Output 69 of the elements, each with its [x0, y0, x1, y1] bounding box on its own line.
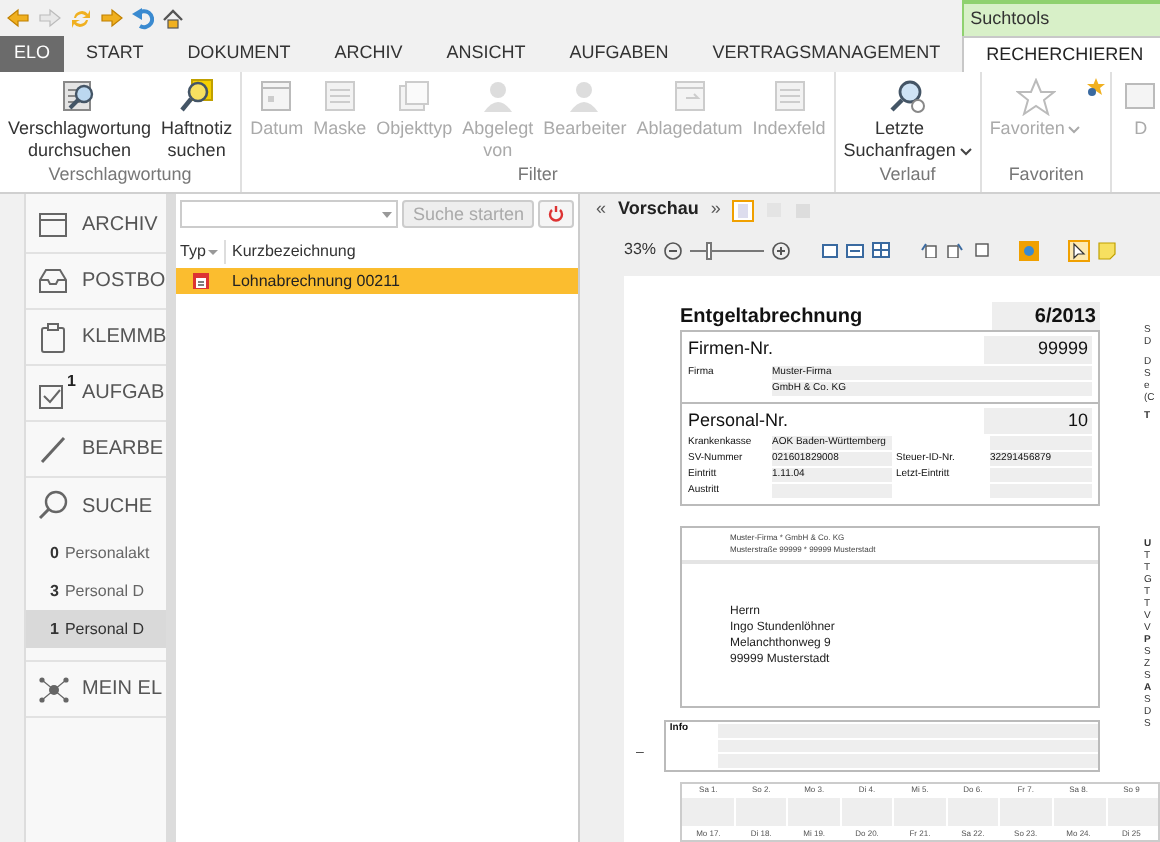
ribbon-group-label: Filter — [517, 162, 558, 188]
saved-search-item[interactable]: 3 Personal D — [26, 572, 166, 610]
collapse-left-button[interactable]: « — [596, 196, 607, 224]
fit-width-icon[interactable] — [846, 243, 865, 257]
contextual-tab-group-label: Suchtools — [962, 0, 1160, 36]
calendar-icon — [256, 78, 297, 116]
eye-icon[interactable] — [1017, 239, 1040, 261]
ribbon-tab[interactable]: AUFGABEN — [547, 36, 691, 72]
calendar-icon — [669, 78, 710, 116]
ribbon-tab[interactable]: RECHERCHIEREN — [962, 36, 1160, 72]
dropdown-caret-icon[interactable] — [382, 211, 393, 217]
slider-thumb[interactable] — [705, 241, 711, 259]
zoom-level: 33% — [624, 238, 657, 262]
sidebar-item[interactable]: SUCHE — [26, 478, 166, 534]
search-icon — [38, 490, 70, 522]
back-arrow-icon[interactable] — [6, 8, 30, 28]
goto-arrow-icon[interactable] — [100, 8, 124, 28]
page-view-icon[interactable] — [732, 199, 755, 221]
document-heading: Entgeltabrechnung — [680, 303, 863, 331]
ribbon-tab[interactable]: DOKUMENT — [165, 36, 313, 72]
pencil-icon — [38, 433, 70, 465]
actual-size-icon[interactable] — [822, 243, 839, 257]
inbox-icon — [38, 265, 70, 297]
star-key-icon — [1086, 78, 1107, 98]
ribbon-button[interactable]: Letzte Suchanfragen — [839, 78, 976, 162]
saved-search-item[interactable]: 0 Personalakt — [26, 534, 166, 572]
caret-icon[interactable] — [959, 148, 972, 156]
fit-page-icon[interactable] — [872, 242, 891, 258]
ribbon-button[interactable]: Verschlagwortung durchsuchen — [4, 78, 156, 162]
ribbon-group-label: Verlauf — [879, 162, 936, 188]
home-icon[interactable] — [162, 7, 184, 29]
period-field: 6/2013 — [992, 301, 1100, 331]
note-search-icon — [176, 78, 217, 116]
expand-right-button[interactable]: » — [710, 196, 721, 224]
ribbon-tab[interactable]: START — [64, 36, 166, 72]
saved-search-item[interactable]: 1 Personal D — [26, 610, 166, 648]
network-icon — [38, 673, 70, 705]
ribbon-tab[interactable]: ARCHIV — [312, 36, 425, 72]
rotate-right-icon[interactable] — [945, 242, 964, 258]
elo-menu-tab[interactable]: ELO — [0, 36, 65, 72]
ribbon-tab[interactable]: ANSICHT — [424, 36, 548, 72]
reset-button[interactable] — [538, 200, 574, 228]
task-count: 1 — [67, 369, 76, 393]
search-icon — [887, 78, 928, 116]
document-type-icon — [192, 272, 210, 290]
preview-title: Vorschau — [618, 196, 699, 223]
ribbon-group-label: Favoriten — [1008, 161, 1084, 187]
archive-icon — [38, 209, 70, 241]
clipboard-icon — [38, 321, 70, 353]
ribbon-group-label: Verschlagwortung — [48, 162, 192, 188]
star-icon — [1015, 78, 1056, 116]
zoom-in-icon[interactable] — [772, 241, 791, 259]
form-icon — [319, 78, 360, 116]
column-header[interactable]: Kurzbezeichnung — [226, 239, 356, 263]
pointer-icon[interactable] — [1068, 239, 1091, 261]
zoom-out-icon[interactable] — [664, 241, 683, 259]
undo-icon[interactable] — [132, 7, 154, 29]
result-row[interactable]: Lohnabrechnung 00211 — [176, 268, 578, 294]
rotate-left-icon[interactable] — [919, 242, 938, 258]
flip-icon[interactable] — [971, 242, 990, 258]
calendar-cell — [682, 798, 734, 826]
column-header[interactable]: Typ — [176, 239, 226, 263]
sort-caret-icon — [207, 247, 218, 255]
calendar-cell — [1107, 798, 1159, 826]
reset-icon[interactable] — [548, 206, 564, 222]
pages-icon — [394, 78, 435, 116]
ribbon-button[interactable]: Haftnotiz suchen — [157, 78, 237, 162]
ribbon-tab[interactable]: VERTRAGSMANAGEMENT — [690, 36, 963, 72]
form-icon — [769, 78, 810, 116]
